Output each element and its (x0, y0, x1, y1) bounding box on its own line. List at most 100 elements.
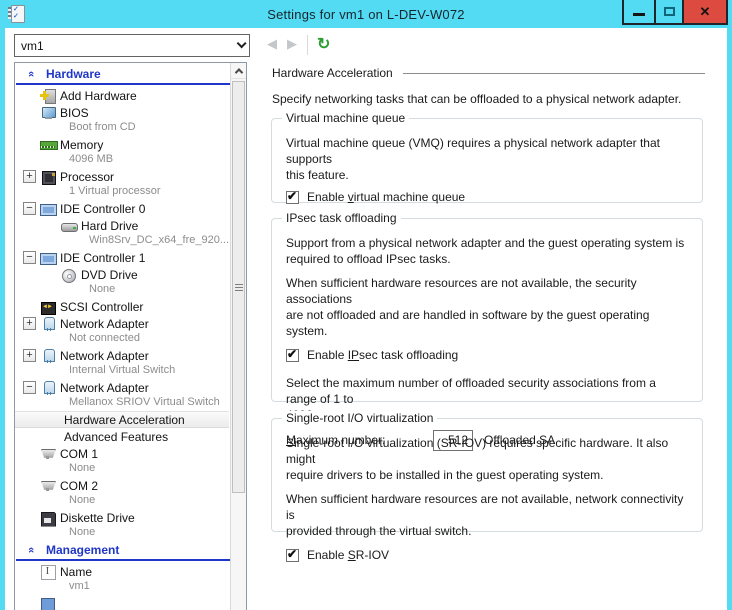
toolbar-separator (307, 35, 308, 55)
sriov-description-2: When sufficient hardware resources are n… (286, 491, 688, 539)
sidebar-subtext: None (15, 494, 246, 509)
enable-sriov-checkbox[interactable]: ✔ Enable SR-IOV (286, 547, 688, 563)
vm-selector[interactable]: vm1 (14, 34, 250, 57)
sidebar-subtext: Internal Virtual Switch (15, 364, 246, 379)
scroll-up-button[interactable] (231, 63, 246, 79)
vm-selector-value: vm1 (21, 39, 44, 53)
sidebar-item-advanced-features[interactable]: Advanced Features (15, 428, 246, 445)
sidebar-subtext: Mellanox SRIOV Virtual Switch (15, 396, 246, 411)
sidebar-item-diskette-drive[interactable]: Diskette Drive (15, 509, 246, 526)
sidebar-item-name[interactable]: Name (15, 563, 246, 580)
sidebar-item-bios[interactable]: BIOS (15, 104, 246, 121)
sidebar-subtext: 4096 MB (15, 153, 246, 168)
section-divider (16, 83, 245, 85)
network-adapter-icon (40, 349, 58, 363)
scrollbar-thumb[interactable] (232, 81, 245, 493)
com-port-icon (40, 479, 58, 493)
sidebar-item-scsi-controller[interactable]: SCSI Controller (15, 298, 246, 315)
collapse-toggle[interactable]: − (23, 251, 36, 264)
checkbox-label: Enable virtual machine queue (307, 190, 465, 204)
bios-icon (40, 106, 58, 120)
sidebar-section-management[interactable]: « Management (15, 541, 246, 558)
checkbox-label: Enable IPsec task offloading (307, 348, 458, 362)
sidebar-subtext: Not connected (15, 332, 246, 347)
close-button[interactable]: ✕ (682, 0, 728, 25)
window-border-right (727, 0, 732, 610)
group-sr-iov: Single-root I/O virtualization Single-ro… (271, 418, 703, 532)
sidebar-section-hardware[interactable]: « Hardware (15, 65, 246, 82)
checkbox-checked-icon[interactable]: ✔ (286, 549, 299, 562)
sidebar-item-hardware-acceleration[interactable]: Hardware Acceleration (15, 411, 229, 428)
scsi-controller-icon (40, 300, 58, 314)
ide-controller-icon (40, 251, 58, 265)
group-legend: Virtual machine queue (282, 111, 409, 125)
chevron-down-icon (237, 38, 247, 48)
enable-ipsec-checkbox[interactable]: ✔ Enable IPsec task offloading (286, 347, 688, 363)
sidebar-subtext: Boot from CD (15, 121, 246, 136)
hard-drive-icon (61, 219, 79, 233)
chevron-up-icon (234, 68, 242, 76)
collapse-chevron-icon: « (28, 544, 46, 556)
maximize-button[interactable] (654, 0, 684, 25)
minimize-button[interactable] (622, 0, 656, 25)
expand-toggle[interactable]: + (23, 349, 36, 362)
ide-controller-icon (40, 202, 58, 216)
name-icon (40, 565, 58, 579)
collapse-toggle[interactable]: − (23, 381, 36, 394)
collapse-chevron-icon: « (28, 68, 46, 80)
panel-title: Hardware Acceleration (272, 66, 393, 80)
panel-intro: Specify networking tasks that can be off… (272, 92, 681, 106)
sidebar-item-memory[interactable]: Memory (15, 136, 246, 153)
checkbox-checked-icon[interactable]: ✔ (286, 191, 299, 204)
memory-icon (40, 138, 58, 152)
sidebar-item-com2[interactable]: COM 2 (15, 477, 246, 494)
enable-vmq-checkbox[interactable]: ✔ Enable virtual machine queue (286, 189, 688, 205)
forward-button[interactable]: ▶ (287, 36, 297, 52)
sidebar-item-com1[interactable]: COM 1 (15, 445, 246, 462)
dvd-drive-icon (61, 268, 79, 282)
window-border-left (0, 0, 5, 610)
sriov-description-1: Single-root I/O virtualization (SR-IOV) … (286, 435, 688, 483)
refresh-button[interactable]: ↻ (317, 34, 330, 54)
checkbox-checked-icon[interactable]: ✔ (286, 349, 299, 362)
expand-toggle[interactable]: + (23, 317, 36, 330)
network-adapter-icon (40, 381, 58, 395)
titlebar[interactable]: Settings for vm1 on L-DEV-W072 ✕ (0, 0, 732, 28)
vmq-description: Virtual machine queue (VMQ) requires a p… (286, 135, 688, 183)
ipsec-description-2: When sufficient hardware resources are n… (286, 275, 688, 339)
header-rule (403, 73, 705, 74)
sidebar-item-network-adapter-3[interactable]: − Network Adapter (15, 379, 246, 396)
add-hardware-icon (40, 89, 58, 103)
group-legend: Single-root I/O virtualization (282, 411, 437, 425)
sidebar-item-ide-controller-0[interactable]: − IDE Controller 0 (15, 200, 246, 217)
settings-window: Settings for vm1 on L-DEV-W072 ✕ vm1 ◀ ▶… (0, 0, 732, 610)
sidebar-subtext: None (15, 462, 246, 477)
expand-toggle[interactable]: + (23, 170, 36, 183)
close-icon: ✕ (700, 4, 711, 20)
sidebar-item-network-adapter-2[interactable]: + Network Adapter (15, 347, 246, 364)
com-port-icon (40, 447, 58, 461)
sidebar-subtext: Win8Srv_DC_x64_fre_920... (15, 234, 246, 249)
group-ipsec-task-offloading: IPsec task offloading Support from a phy… (271, 218, 703, 402)
sidebar-item-add-hardware[interactable]: Add Hardware (15, 87, 246, 104)
minimize-icon (633, 13, 645, 16)
sidebar-item-partial[interactable] (15, 595, 246, 610)
settings-nav: « Hardware Add Hardware BIOS Boot from C… (14, 62, 247, 610)
sidebar-item-hard-drive[interactable]: Hard Drive (15, 217, 246, 234)
maximize-icon (664, 7, 675, 16)
sidebar-item-network-adapter-1[interactable]: + Network Adapter (15, 315, 246, 332)
integration-services-icon (40, 597, 58, 610)
sidebar-item-dvd-drive[interactable]: DVD Drive (15, 266, 246, 283)
collapse-toggle[interactable]: − (23, 202, 36, 215)
settings-app-icon (8, 5, 23, 22)
sidebar-item-ide-controller-1[interactable]: − IDE Controller 1 (15, 249, 246, 266)
processor-icon (40, 170, 58, 184)
back-button[interactable]: ◀ (267, 36, 277, 52)
ipsec-description-1: Support from a physical network adapter … (286, 235, 688, 267)
scrollbar-grip-icon (235, 287, 243, 288)
diskette-icon (40, 511, 58, 525)
sidebar-item-processor[interactable]: + Processor (15, 168, 246, 185)
sidebar-subtext: 1 Virtual processor (15, 185, 246, 200)
checkbox-label: Enable SR-IOV (307, 548, 389, 562)
sidebar-scrollbar[interactable] (230, 63, 246, 610)
